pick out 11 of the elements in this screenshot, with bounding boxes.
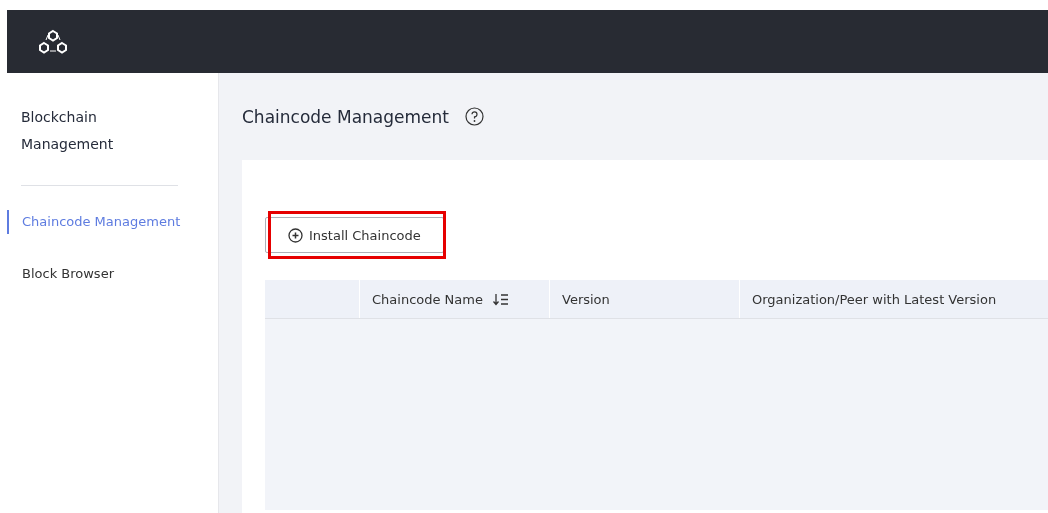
plus-circle-icon bbox=[288, 227, 303, 243]
column-header: Chaincode Name bbox=[372, 291, 483, 307]
install-button[interactable]: Install Chaincode bbox=[265, 217, 444, 253]
sidebar-title: Blockchain Management bbox=[21, 108, 115, 154]
logo-icon bbox=[38, 28, 68, 55]
help-icon[interactable] bbox=[464, 107, 484, 126]
sidebar-item[interactable]: Block Browser bbox=[7, 262, 218, 286]
column-header: Organization/Peer with Latest Version bbox=[752, 291, 997, 307]
page-title: Chaincode Management bbox=[242, 106, 449, 127]
sort-icon[interactable] bbox=[493, 292, 509, 306]
column-header: Version bbox=[562, 291, 610, 307]
